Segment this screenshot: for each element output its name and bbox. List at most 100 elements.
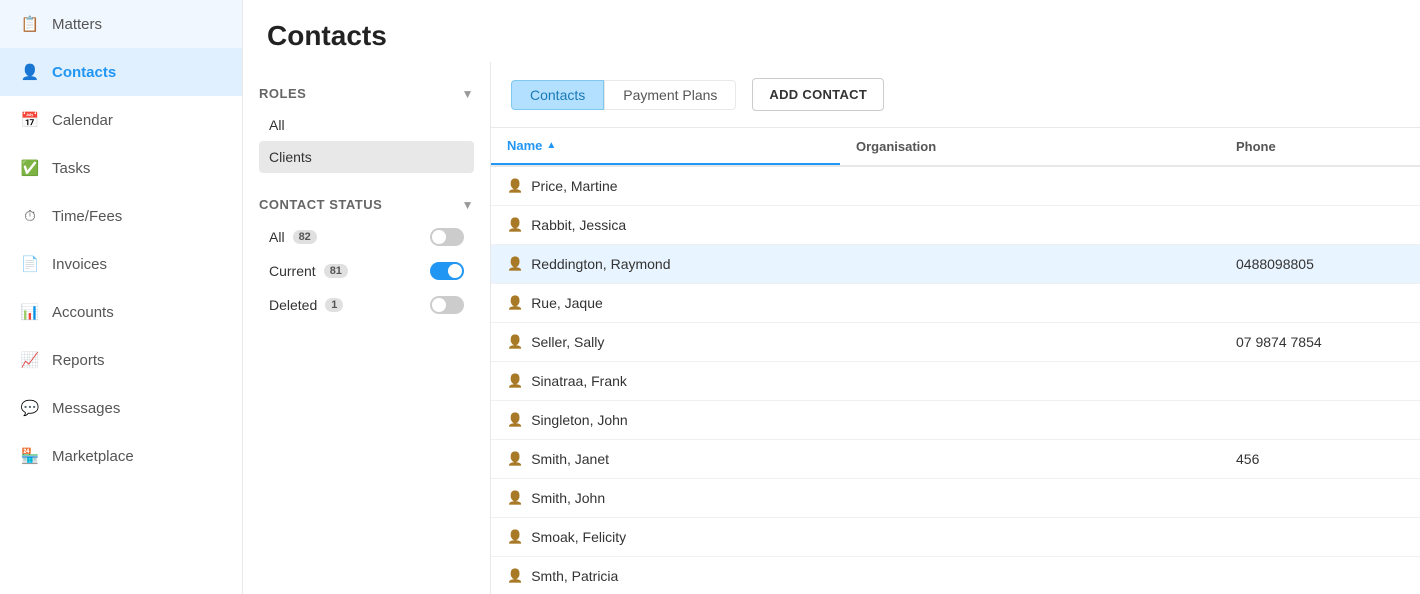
sidebar-label-invoices: Invoices <box>52 256 107 273</box>
status-chevron-icon: ▼ <box>462 198 474 212</box>
status-option-current[interactable]: Current 81 <box>259 254 474 288</box>
contact-phone-cell <box>1220 206 1420 244</box>
contact-person-icon: 👤 <box>507 217 523 233</box>
table-top-bar: Contacts Payment Plans ADD CONTACT <box>491 62 1420 128</box>
contact-name-cell: 👤 Smith, Janet <box>491 440 840 478</box>
table-row[interactable]: 👤 Smoak, Felicity <box>491 518 1420 557</box>
table-row[interactable]: 👤 Rue, Jaque <box>491 284 1420 323</box>
status-options: All 82 Current 81 Deleted 1 <box>259 220 474 322</box>
contact-name-cell: 👤 Reddington, Raymond <box>491 245 840 283</box>
contact-person-icon: 👤 <box>507 451 523 467</box>
table-row[interactable]: 👤 Singleton, John <box>491 401 1420 440</box>
contact-phone-cell <box>1220 284 1420 322</box>
table-row[interactable]: 👤 Sinatraa, Frank <box>491 362 1420 401</box>
contact-name: Sinatraa, Frank <box>531 373 627 389</box>
sort-arrow-icon: ▲ <box>546 140 556 151</box>
sidebar-item-contacts[interactable]: 👤 Contacts <box>0 48 242 96</box>
contact-name: Rabbit, Jessica <box>531 217 626 233</box>
sidebar-label-time-fees: Time/Fees <box>52 208 122 225</box>
contact-org-cell <box>840 362 1220 400</box>
page-title: Contacts <box>267 20 1396 52</box>
contact-phone-cell <box>1220 479 1420 517</box>
contacts-table: Name ▲ Organisation Phone 👤 Price, Marti… <box>491 128 1420 594</box>
main-area: Contacts ROLES ▼ All Clients CONTACT STA… <box>243 0 1420 594</box>
status-deleted-label: Deleted <box>269 297 317 313</box>
roles-chevron-icon: ▼ <box>462 87 474 101</box>
tab-contacts[interactable]: Contacts <box>511 80 604 110</box>
contact-org-cell <box>840 557 1220 594</box>
contact-phone-cell <box>1220 167 1420 205</box>
contact-name: Smith, Janet <box>531 451 609 467</box>
contact-person-icon: 👤 <box>507 373 523 389</box>
contact-phone-cell: 0488098805 <box>1220 245 1420 283</box>
tab-payment-plans[interactable]: Payment Plans <box>604 80 736 110</box>
invoices-icon: 📄 <box>20 254 40 274</box>
reports-icon: 📈 <box>20 350 40 370</box>
table-row[interactable]: 👤 Smth, Patricia <box>491 557 1420 594</box>
contact-name: Price, Martine <box>531 178 617 194</box>
roles-option-all[interactable]: All <box>259 109 474 141</box>
status-current-label: Current <box>269 263 316 279</box>
contact-person-icon: 👤 <box>507 568 523 584</box>
status-option-deleted[interactable]: Deleted 1 <box>259 288 474 322</box>
sidebar-item-matters[interactable]: 📋 Matters <box>0 0 242 48</box>
sidebar-item-marketplace[interactable]: 🏪 Marketplace <box>0 432 242 480</box>
table-row[interactable]: 👤 Reddington, Raymond 0488098805 <box>491 245 1420 284</box>
sidebar-item-messages[interactable]: 💬 Messages <box>0 384 242 432</box>
contact-name: Rue, Jaque <box>531 295 603 311</box>
table-row[interactable]: 👤 Smith, Janet 456 <box>491 440 1420 479</box>
contact-name-cell: 👤 Seller, Sally <box>491 323 840 361</box>
contact-person-icon: 👤 <box>507 256 523 272</box>
status-current-badge: 81 <box>324 264 348 278</box>
add-contact-button[interactable]: ADD CONTACT <box>752 78 884 111</box>
contacts-icon: 👤 <box>20 62 40 82</box>
contact-org-cell <box>840 245 1220 283</box>
th-phone: Phone <box>1220 128 1420 165</box>
status-current-toggle[interactable] <box>430 262 464 280</box>
contact-name-cell: 👤 Smoak, Felicity <box>491 518 840 556</box>
contact-name: Seller, Sally <box>531 334 604 350</box>
contact-phone-cell: 07 9874 7854 <box>1220 323 1420 361</box>
sidebar-item-invoices[interactable]: 📄 Invoices <box>0 240 242 288</box>
messages-icon: 💬 <box>20 398 40 418</box>
contact-name: Smoak, Felicity <box>531 529 626 545</box>
tabs-row: Contacts Payment Plans <box>511 80 736 110</box>
contact-person-icon: 👤 <box>507 490 523 506</box>
contact-org-cell <box>840 206 1220 244</box>
contact-org-cell <box>840 167 1220 205</box>
marketplace-icon: 🏪 <box>20 446 40 466</box>
status-section-header[interactable]: CONTACT STATUS ▼ <box>259 189 474 220</box>
status-all-label: All <box>269 229 285 245</box>
contact-name-cell: 👤 Smth, Patricia <box>491 557 840 594</box>
roles-option-clients[interactable]: Clients <box>259 141 474 173</box>
contact-name-cell: 👤 Sinatraa, Frank <box>491 362 840 400</box>
sidebar-item-calendar[interactable]: 📅 Calendar <box>0 96 242 144</box>
contact-person-icon: 👤 <box>507 334 523 350</box>
table-row[interactable]: 👤 Seller, Sally 07 9874 7854 <box>491 323 1420 362</box>
page-header: Contacts <box>243 0 1420 62</box>
sidebar: 📋 Matters 👤 Contacts 📅 Calendar ✅ Tasks … <box>0 0 243 594</box>
table-area: Contacts Payment Plans ADD CONTACT Name … <box>491 62 1420 594</box>
contact-phone-cell <box>1220 518 1420 556</box>
roles-section-header[interactable]: ROLES ▼ <box>259 78 474 109</box>
status-label: CONTACT STATUS <box>259 197 382 212</box>
sidebar-item-accounts[interactable]: 📊 Accounts <box>0 288 242 336</box>
table-row[interactable]: 👤 Rabbit, Jessica <box>491 206 1420 245</box>
sidebar-label-accounts: Accounts <box>52 304 114 321</box>
content-area: ROLES ▼ All Clients CONTACT STATUS ▼ All… <box>243 62 1420 594</box>
contact-org-cell <box>840 518 1220 556</box>
table-row[interactable]: 👤 Smith, John <box>491 479 1420 518</box>
status-deleted-toggle[interactable] <box>430 296 464 314</box>
sidebar-item-reports[interactable]: 📈 Reports <box>0 336 242 384</box>
status-all-toggle[interactable] <box>430 228 464 246</box>
contact-person-icon: 👤 <box>507 178 523 194</box>
contact-name-cell: 👤 Rue, Jaque <box>491 284 840 322</box>
contact-org-cell <box>840 479 1220 517</box>
contact-name-cell: 👤 Smith, John <box>491 479 840 517</box>
calendar-icon: 📅 <box>20 110 40 130</box>
table-row[interactable]: 👤 Price, Martine <box>491 167 1420 206</box>
status-option-all[interactable]: All 82 <box>259 220 474 254</box>
sidebar-item-time-fees[interactable]: ⏱ Time/Fees <box>0 192 242 240</box>
th-name[interactable]: Name ▲ <box>491 128 840 165</box>
sidebar-item-tasks[interactable]: ✅ Tasks <box>0 144 242 192</box>
